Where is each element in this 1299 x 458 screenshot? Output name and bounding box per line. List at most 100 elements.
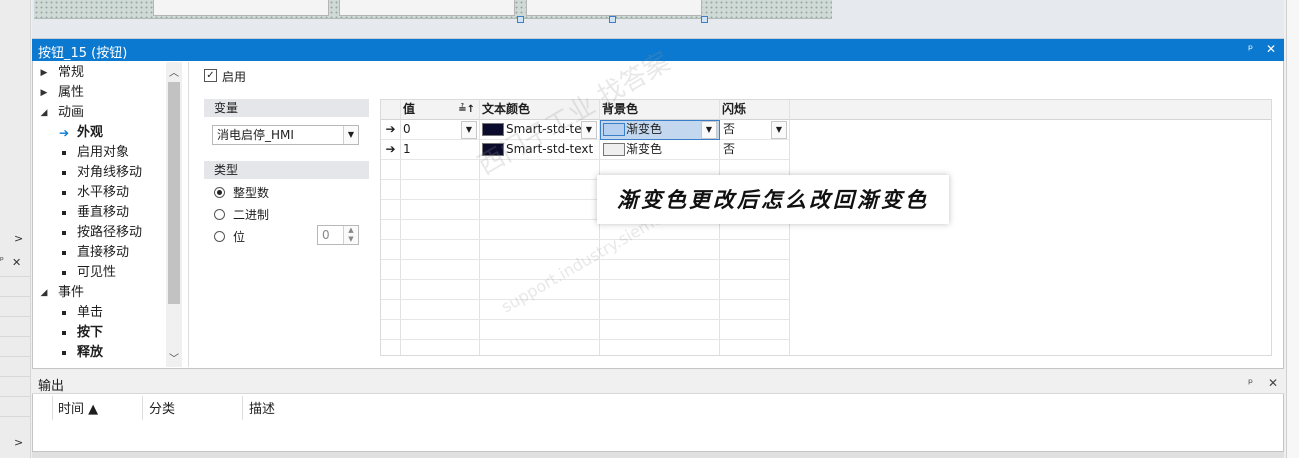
dropdown-arrow-icon[interactable]: ▼ xyxy=(701,121,717,139)
empty-cell xyxy=(720,280,790,300)
pin-icon[interactable]: ᵖ xyxy=(1248,42,1253,56)
empty-cell xyxy=(401,320,480,340)
type-radio-integer[interactable] xyxy=(214,187,225,198)
bullet-icon xyxy=(62,351,66,355)
chevron-down-icon[interactable]: ﹀ xyxy=(166,350,182,365)
row-marker-header xyxy=(381,100,401,120)
close-icon[interactable]: ✕ xyxy=(12,256,21,269)
output-column-category[interactable]: 分类 xyxy=(149,398,175,417)
panel-title: 按钮_15 (按钮) xyxy=(38,46,128,61)
dropdown-arrow-icon[interactable]: ▼ xyxy=(461,121,477,139)
color-swatch xyxy=(603,123,625,136)
table-row-value[interactable]: 0 ▼ xyxy=(401,120,480,140)
empty-cell xyxy=(720,240,790,260)
canvas-button-b[interactable] xyxy=(339,0,515,16)
chevron-right-icon[interactable]: > xyxy=(14,232,23,245)
divider xyxy=(142,396,143,420)
table-row-blink[interactable]: 否 xyxy=(720,140,790,160)
tree-item-label: 对角线移动 xyxy=(77,165,143,180)
left-dock-strip xyxy=(0,0,31,458)
divider xyxy=(52,396,53,420)
tree-scrollbar-thumb[interactable] xyxy=(168,82,180,304)
empty-cell xyxy=(401,200,480,220)
empty-cell xyxy=(480,220,600,240)
tree-item-label: 动画 xyxy=(58,105,85,120)
output-title: 输出 xyxy=(38,379,65,394)
tree-item-label: 单击 xyxy=(77,305,104,320)
empty-cell xyxy=(381,340,401,355)
empty-cell xyxy=(401,180,480,200)
output-column-description[interactable]: 描述 xyxy=(249,398,275,417)
empty-cell xyxy=(720,300,790,320)
canvas-button-selected[interactable] xyxy=(526,0,702,16)
spinner-arrows-icon[interactable]: ▲ ▼ xyxy=(343,226,358,244)
column-header-value[interactable]: 值 ≟↑ xyxy=(401,100,480,120)
type-option-label: 二进制 xyxy=(233,208,270,222)
tree-item-label: 直接移动 xyxy=(77,245,130,260)
resize-handle[interactable] xyxy=(517,16,524,23)
table-row-blink[interactable]: 否 ▼ xyxy=(720,120,790,140)
resize-handle[interactable] xyxy=(701,16,708,23)
table-row-value[interactable]: 1 xyxy=(401,140,480,160)
divider xyxy=(242,396,243,420)
empty-cell xyxy=(480,180,600,200)
bullet-icon xyxy=(62,251,66,255)
tree-item-label: 按下 xyxy=(77,325,104,340)
chevron-down-icon[interactable]: ◢ xyxy=(38,103,50,123)
enable-label: 启用 xyxy=(222,70,247,84)
empty-cell xyxy=(720,260,790,280)
empty-cell xyxy=(480,340,600,355)
dropdown-arrow-icon[interactable]: ▼ xyxy=(343,126,358,144)
tree-item-label: 释放 xyxy=(77,345,104,360)
chevron-right-icon[interactable]: ▶ xyxy=(38,83,50,103)
empty-cell xyxy=(480,300,600,320)
variable-value: 消电启停_HMI xyxy=(217,128,294,142)
chevron-right-icon[interactable]: > xyxy=(14,436,23,449)
dropdown-arrow-icon[interactable]: ▼ xyxy=(771,121,787,139)
empty-cell xyxy=(600,280,720,300)
chevron-down-icon[interactable]: ◢ xyxy=(38,283,50,303)
bit-value: 0 xyxy=(322,228,330,242)
empty-cell xyxy=(401,340,480,355)
column-header-blink[interactable]: 闪烁 xyxy=(720,100,790,120)
status-bar xyxy=(32,452,1284,458)
table-row-background-selected[interactable]: 渐变色 ▼ xyxy=(600,120,720,140)
divider xyxy=(0,336,30,337)
bullet-icon xyxy=(62,171,66,175)
canvas-button-a[interactable] xyxy=(153,0,329,16)
empty-cell xyxy=(480,320,600,340)
enable-checkbox[interactable]: ✓ xyxy=(204,69,217,82)
variable-combobox[interactable]: 消电启停_HMI ▼ xyxy=(212,125,359,145)
pin-icon[interactable]: ᵖ xyxy=(1248,376,1253,390)
tree-item-label: 属性 xyxy=(58,85,85,100)
bullet-icon xyxy=(62,211,66,215)
empty-cell xyxy=(381,200,401,220)
empty-cell xyxy=(480,200,600,220)
pin-icon[interactable]: ᵖ xyxy=(0,256,4,266)
resize-handle[interactable] xyxy=(609,16,616,23)
empty-cell xyxy=(600,340,720,355)
bit-number-spinner[interactable]: 0 ▲ ▼ xyxy=(317,225,359,245)
close-icon[interactable]: ✕ xyxy=(1268,376,1278,390)
empty-cell xyxy=(401,300,480,320)
empty-cell xyxy=(381,220,401,240)
type-option-label: 整型数 xyxy=(233,186,270,200)
empty-cell xyxy=(600,300,720,320)
type-radio-binary[interactable] xyxy=(214,209,225,220)
chevron-up-icon[interactable]: ︿ xyxy=(166,64,182,79)
right-dock-strip xyxy=(1286,0,1299,458)
tree-item-label: 外观 xyxy=(77,125,104,140)
sort-ascending-icon[interactable]: ≟↑ xyxy=(458,100,475,119)
table-row-background[interactable]: 渐变色 xyxy=(600,140,720,160)
tree-item-label: 垂直移动 xyxy=(77,205,130,220)
tree-item-label: 启用对象 xyxy=(77,145,130,160)
type-radio-bit[interactable] xyxy=(214,231,225,242)
tree-item-label: 水平移动 xyxy=(77,185,130,200)
close-icon[interactable]: ✕ xyxy=(1266,42,1276,56)
empty-cell xyxy=(401,160,480,180)
empty-cell xyxy=(381,300,401,320)
property-category-tree: ▶ 常规 ▶ 属性 ◢ 动画 ➔ 外观 启用对象 对角线移动 水平移动 垂直移动 按路径移动 直接移动 可见… xyxy=(34,62,166,367)
empty-cell xyxy=(381,320,401,340)
output-column-time[interactable]: 时间 ▲ xyxy=(58,398,98,417)
chevron-right-icon[interactable]: ▶ xyxy=(38,63,50,83)
